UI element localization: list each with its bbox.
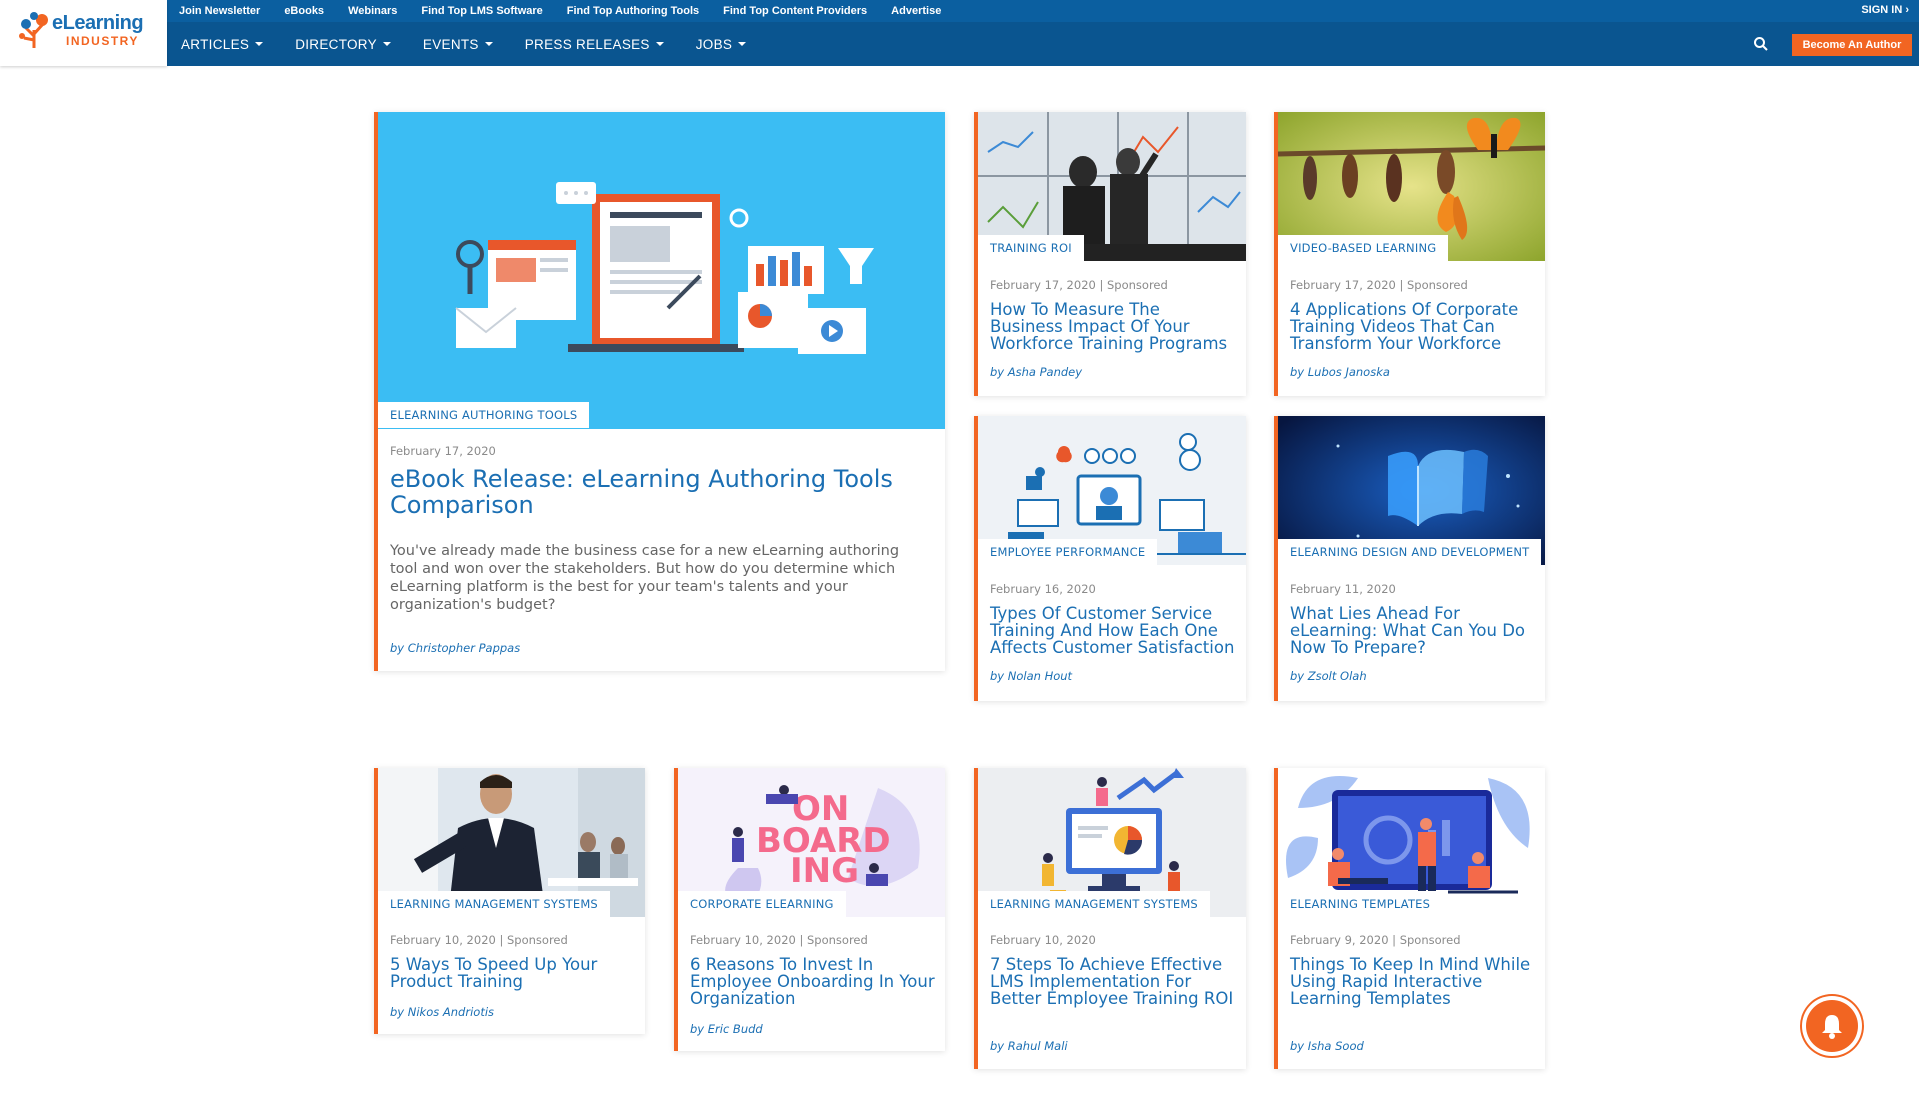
notification-bell-button[interactable]	[1806, 1000, 1858, 1052]
article-card-elearning-design[interactable]: ELEARNING DESIGN AND DEVELOPMENT Februar…	[1274, 416, 1545, 701]
nav-events-label: EVENTS	[422, 36, 479, 52]
join-newsletter-link[interactable]: Join Newsletter	[179, 5, 260, 17]
article-author[interactable]: by Nikos Andriotis	[390, 1005, 494, 1019]
article-title[interactable]: Things To Keep In Mind While Using Rapid…	[1290, 956, 1535, 1007]
sign-in-label: SIGN IN	[1861, 4, 1903, 16]
article-meta: February 11, 2020	[1290, 582, 1396, 596]
article-title[interactable]: 5 Ways To Speed Up Your Product Training	[390, 956, 635, 990]
article-title[interactable]: 4 Applications Of Corporate Training Vid…	[1290, 301, 1535, 352]
logo-subtitle: INDUSTRY	[66, 34, 139, 48]
nav-directory-label: DIRECTORY	[295, 36, 377, 52]
article-author[interactable]: by Zsolt Olah	[1290, 669, 1367, 683]
top-links: Join Newsletter eBooks Webinars Find Top…	[179, 0, 965, 22]
article-card-training-roi[interactable]: TRAINING ROI February 17, 2020 | Sponsor…	[974, 112, 1246, 396]
article-meta: February 10, 2020 | Sponsored	[390, 933, 568, 947]
category-tag[interactable]: TRAINING ROI	[978, 235, 1084, 261]
onboarding-art-line3: ING	[790, 851, 859, 891]
nav-directory[interactable]: DIRECTORY	[295, 37, 391, 52]
nav-articles[interactable]: ARTICLES	[181, 36, 264, 52]
article-card-video-based-learning[interactable]: VIDEO-BASED LEARNING February 17, 2020 |…	[1274, 112, 1545, 396]
article-meta: February 10, 2020 | Sponsored	[690, 933, 868, 947]
ebooks-link[interactable]: eBooks	[284, 5, 324, 17]
nav-jobs-label: JOBS	[695, 36, 733, 52]
logo-wordmark: eLearning	[52, 12, 144, 34]
search-icon[interactable]	[1753, 36, 1769, 52]
featured-date: February 17, 2020	[390, 444, 496, 458]
article-card-lms-product-training[interactable]: LEARNING MANAGEMENT SYSTEMS February 10,…	[374, 768, 645, 1034]
main-nav: ARTICLES DIRECTORY EVENTS PRESS RELEASES…	[181, 22, 778, 66]
article-author[interactable]: by Eric Budd	[690, 1022, 763, 1036]
article-author[interactable]: by Nolan Hout	[990, 669, 1072, 683]
webinars-link[interactable]: Webinars	[348, 5, 397, 17]
nav-press-releases-label: PRESS RELEASES	[524, 36, 650, 52]
bell-icon	[1822, 1015, 1842, 1039]
category-tag[interactable]: LEARNING MANAGEMENT SYSTEMS	[378, 891, 610, 917]
tree-logo-icon	[19, 12, 48, 48]
advertise-link[interactable]: Advertise	[891, 5, 941, 17]
featured-excerpt: You've already made the business case fo…	[390, 543, 900, 613]
article-meta: February 10, 2020	[990, 933, 1096, 947]
find-content-providers-link[interactable]: Find Top Content Providers	[723, 5, 867, 17]
article-card-lms-implementation[interactable]: LEARNING MANAGEMENT SYSTEMS February 10,…	[974, 768, 1246, 1069]
article-meta: February 17, 2020 | Sponsored	[990, 278, 1168, 292]
category-tag[interactable]: ELEARNING DESIGN AND DEVELOPMENT	[1278, 539, 1542, 565]
category-tag[interactable]: VIDEO-BASED LEARNING	[1278, 235, 1449, 261]
caret-down-icon	[382, 42, 391, 46]
article-title[interactable]: How To Measure The Business Impact Of Yo…	[990, 301, 1236, 352]
category-tag[interactable]: LEARNING MANAGEMENT SYSTEMS	[978, 891, 1210, 917]
article-meta: February 9, 2020 | Sponsored	[1290, 933, 1461, 947]
article-title[interactable]: 6 Reasons To Invest In Employee Onboardi…	[690, 956, 935, 1007]
caret-down-icon	[255, 42, 264, 46]
nav-events[interactable]: EVENTS	[423, 37, 493, 52]
caret-down-icon	[484, 42, 493, 46]
featured-article-card[interactable]: ELEARNING AUTHORING TOOLS February 17, 2…	[374, 112, 945, 671]
featured-article-image[interactable]	[378, 112, 945, 429]
article-author[interactable]: by Asha Pandey	[990, 365, 1082, 379]
chevron-right-icon: ›	[1905, 4, 1909, 16]
site-logo[interactable]: eLearning INDUSTRY	[0, 0, 167, 66]
category-tag[interactable]: CORPORATE ELEARNING	[678, 891, 846, 917]
article-title[interactable]: 7 Steps To Achieve Effective LMS Impleme…	[990, 956, 1236, 1007]
article-author[interactable]: by Lubos Janoska	[1290, 365, 1390, 379]
find-lms-software-link[interactable]: Find Top LMS Software	[421, 5, 542, 17]
find-authoring-tools-link[interactable]: Find Top Authoring Tools	[567, 5, 699, 17]
article-meta: February 17, 2020 | Sponsored	[1290, 278, 1468, 292]
caret-down-icon	[738, 42, 747, 46]
article-card-elearning-templates[interactable]: ELEARNING TEMPLATES February 9, 2020 | S…	[1274, 768, 1545, 1069]
become-author-button[interactable]: Become An Author	[1792, 34, 1912, 56]
sign-in-link[interactable]: SIGN IN ›	[1861, 4, 1909, 16]
article-card-corporate-elearning[interactable]: ON BOARD ING CORPORATE ELEARNING Februar…	[674, 768, 945, 1051]
category-tag[interactable]: EMPLOYEE PERFORMANCE	[978, 539, 1158, 565]
featured-title[interactable]: eBook Release: eLearning Authoring Tools…	[390, 466, 935, 518]
nav-articles-label: ARTICLES	[181, 36, 250, 52]
featured-author[interactable]: by Christopher Pappas	[390, 641, 520, 655]
category-tag[interactable]: ELEARNING TEMPLATES	[1278, 891, 1443, 917]
nav-press-releases[interactable]: PRESS RELEASES	[525, 37, 664, 52]
article-title[interactable]: What Lies Ahead For eLearning: What Can …	[1290, 605, 1535, 656]
article-author[interactable]: by Rahul Mali	[990, 1039, 1068, 1053]
article-card-employee-performance[interactable]: EMPLOYEE PERFORMANCE February 16, 2020 T…	[974, 416, 1246, 701]
article-title[interactable]: Types Of Customer Service Training And H…	[990, 605, 1236, 656]
featured-category-tag[interactable]: ELEARNING AUTHORING TOOLS	[378, 402, 590, 428]
caret-down-icon	[655, 42, 664, 46]
nav-jobs[interactable]: JOBS	[695, 36, 747, 52]
article-author[interactable]: by Isha Sood	[1290, 1039, 1364, 1053]
article-meta: February 16, 2020	[990, 582, 1096, 596]
